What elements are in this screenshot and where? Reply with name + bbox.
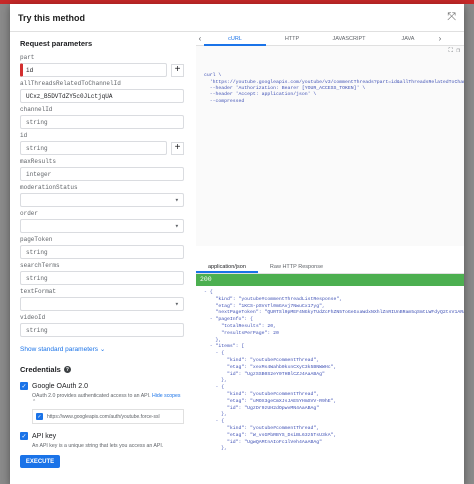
response-tabs: application/json Raw HTTP Response <box>196 260 464 274</box>
searchterms-input[interactable]: string <box>20 271 184 285</box>
apikey-description: An API key is a unique string that lets … <box>32 443 164 449</box>
request-panel: Request parameters part id + allThreadsR… <box>10 32 194 484</box>
scope-url: https://www.googleapis.com/auth/youtube.… <box>47 413 160 420</box>
apikey-label: API key <box>32 432 57 440</box>
tab-curl[interactable]: cURL <box>204 32 266 46</box>
status-bar: 200 <box>196 274 464 286</box>
copy-icon[interactable]: ❐ <box>456 47 460 54</box>
fullscreen-code-icon[interactable]: ⛶ <box>449 47 453 54</box>
curl-code-text: curl \ 'https://youtube.googleapis.com/y… <box>204 73 464 104</box>
dialog-title: Try this method <box>18 12 86 23</box>
apikey-checkbox[interactable]: ✓ <box>20 432 28 440</box>
param-label-videoid: videoId <box>20 314 46 321</box>
param-label-moderation: moderationStatus <box>20 184 78 191</box>
chevron-up-icon: ⌃ <box>32 399 37 405</box>
add-id-button[interactable]: + <box>171 141 184 155</box>
part-input[interactable]: id <box>20 63 167 77</box>
videoid-input[interactable]: string <box>20 323 184 337</box>
order-select[interactable] <box>20 219 184 233</box>
backdrop-right <box>464 4 474 484</box>
oauth-description: OAuth 2.0 provides authenticated access … <box>32 393 184 405</box>
maxresults-input[interactable]: integer <box>20 167 184 181</box>
param-label-part: part <box>20 54 35 61</box>
param-label-textformat: textFormat <box>20 288 57 295</box>
try-method-dialog: Try this method ⤧ Request parameters par… <box>10 4 464 484</box>
tab-http[interactable]: HTTP <box>266 32 318 46</box>
param-label-allthreads: allThreadsRelatedToChannelId <box>20 80 121 87</box>
chevron-right-icon[interactable]: › <box>436 32 444 46</box>
show-standard-label: Show standard parameters <box>20 346 99 353</box>
show-standard-params-link[interactable]: Show standard parameters ⌄ <box>20 345 184 353</box>
tab-javascript[interactable]: JAVASCRIPT <box>318 32 380 46</box>
param-label-searchterms: searchTerms <box>20 262 60 269</box>
hide-scopes-link[interactable]: Hide scopes <box>152 393 181 399</box>
tab-application-json[interactable]: application/json <box>196 260 258 273</box>
param-label-channelid: channelId <box>20 106 53 113</box>
pagetoken-input[interactable]: string <box>20 245 184 259</box>
request-params-title: Request parameters <box>20 39 93 48</box>
code-panel: ‹ cURL HTTP JAVASCRIPT JAVA › ⛶ ❐ curl \… <box>196 32 464 484</box>
help-icon[interactable]: ? <box>63 366 71 373</box>
textformat-select[interactable] <box>20 297 184 311</box>
chevron-left-icon[interactable]: ‹ <box>196 32 204 46</box>
channelid-input[interactable]: string <box>20 115 184 129</box>
code-icons: ⛶ ❐ <box>449 47 460 54</box>
credentials-title-text: Credentials <box>20 365 61 374</box>
param-label-maxresults: maxResults <box>20 158 57 165</box>
response-json: - { "kind": "youtube#commentThreadListRe… <box>196 286 464 484</box>
oauth-checkbox[interactable]: ✓ <box>20 382 28 390</box>
execute-button[interactable]: EXECUTE <box>20 455 60 468</box>
param-label-pagetoken: pageToken <box>20 236 53 243</box>
param-label-order: order <box>20 210 39 217</box>
param-label-id: id <box>20 132 28 139</box>
add-part-button[interactable]: + <box>171 63 184 77</box>
chevron-down-icon: ⌄ <box>99 346 106 353</box>
tab-raw-http[interactable]: Raw HTTP Response <box>258 260 335 273</box>
code-tabs: ‹ cURL HTTP JAVASCRIPT JAVA › <box>196 32 464 46</box>
oauth-desc-text: OAuth 2.0 provides authenticated access … <box>32 393 151 399</box>
dialog-header: Try this method ⤧ <box>10 4 464 32</box>
moderation-select[interactable] <box>20 193 184 207</box>
fullscreen-icon[interactable]: ⤧ <box>447 11 456 24</box>
scope-item: ✓ https://www.googleapis.com/auth/youtub… <box>32 409 184 424</box>
id-input[interactable]: string <box>20 141 167 155</box>
backdrop-left <box>0 4 10 484</box>
curl-code-block: ⛶ ❐ curl \ 'https://youtube.googleapis.c… <box>196 46 464 246</box>
tab-java[interactable]: JAVA <box>380 32 436 46</box>
scope-checkbox[interactable]: ✓ <box>36 413 43 420</box>
allthreads-input[interactable]: UCxz_B5DVTdZY5c0JLctjqUA <box>20 89 184 103</box>
oauth-label: Google OAuth 2.0 <box>32 382 89 390</box>
credentials-title: Credentials ? <box>20 365 184 374</box>
